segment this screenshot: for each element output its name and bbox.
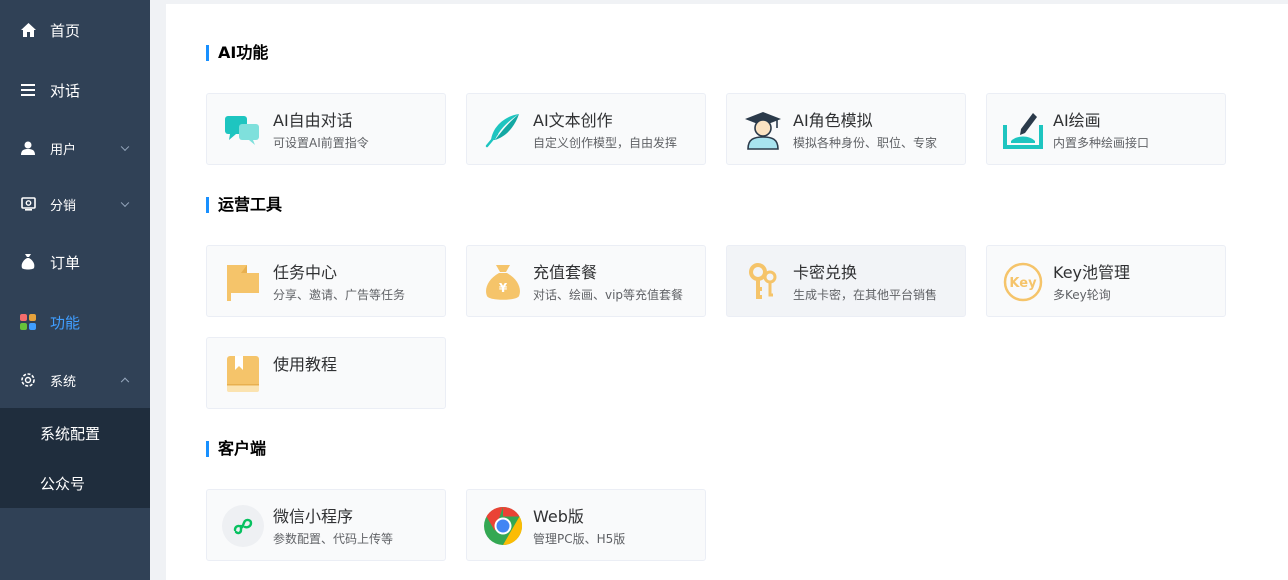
sidebar-subitem-official-account[interactable]: 公众号	[0, 458, 150, 508]
user-icon	[20, 140, 36, 156]
flag-icon	[221, 260, 265, 304]
card-title: 使用教程	[273, 355, 338, 374]
section-title-ai: AI功能	[206, 44, 268, 62]
card-desc: 自定义创作模型，自由发挥	[533, 136, 678, 150]
content-panel: AI功能 AI自由对话 可设置AI前置指令 AI文本创作 自定义创作模型，自由发…	[166, 4, 1288, 580]
card-ai-chat[interactable]: AI自由对话 可设置AI前置指令	[206, 93, 446, 165]
card-desc: 参数配置、代码上传等	[273, 532, 394, 546]
card-desc: 内置多种绘画接口	[1053, 136, 1150, 150]
chat-bubbles-icon	[221, 108, 265, 152]
card-ai-role[interactable]: AI角色模拟 模拟各种身份、职位、专家	[726, 93, 966, 165]
section-title-client: 客户端	[206, 440, 266, 458]
card-web[interactable]: Web版 管理PC版、H5版	[466, 489, 706, 561]
sidebar-subitem-system-config[interactable]: 系统配置	[0, 408, 150, 458]
sidebar-item-label: 用户	[50, 142, 77, 158]
card-title: 任务中心	[273, 263, 338, 282]
sidebar-item-home[interactable]: 首页	[0, 0, 150, 60]
key-badge-icon: Key	[1001, 260, 1045, 304]
chevron-down-icon	[120, 198, 130, 208]
card-desc: 分享、邀请、广告等任务	[273, 288, 406, 302]
card-title: Web版	[533, 507, 584, 526]
keys-icon	[741, 260, 785, 304]
card-card-code[interactable]: 卡密兑换 生成卡密，在其他平台销售	[726, 245, 966, 317]
system-submenu: 系统配置 公众号	[0, 408, 150, 508]
chrome-icon	[481, 504, 525, 548]
chevron-up-icon	[120, 377, 130, 387]
card-title: AI文本创作	[533, 111, 613, 130]
sidebar: 首页 对话 用户 分销 订单 功能 系统 系统配置 公众号	[0, 0, 150, 580]
card-desc: 生成卡密，在其他平台销售	[793, 288, 938, 302]
graduate-icon	[741, 108, 785, 152]
card-desc: 管理PC版、H5版	[533, 532, 626, 546]
card-desc: 对话、绘画、vip等充值套餐	[533, 288, 684, 302]
card-title: AI自由对话	[273, 111, 353, 130]
card-key-pool[interactable]: Key Key池管理 多Key轮询	[986, 245, 1226, 317]
card-title: 充值套餐	[533, 263, 598, 282]
money-bag-icon	[20, 254, 36, 270]
main-area: AI功能 AI自由对话 可设置AI前置指令 AI文本创作 自定义创作模型，自由发…	[150, 0, 1288, 580]
card-desc: 可设置AI前置指令	[273, 136, 369, 150]
sidebar-item-user[interactable]: 用户	[0, 120, 150, 176]
card-title: AI绘画	[1053, 111, 1101, 130]
svg-text:Key: Key	[1009, 276, 1037, 291]
sidebar-item-system[interactable]: 系统	[0, 352, 150, 408]
sidebar-item-label: 系统	[50, 374, 77, 390]
sidebar-item-orders[interactable]: 订单	[0, 232, 150, 292]
sidebar-item-label: 分销	[50, 198, 77, 214]
card-recharge[interactable]: ¥ 充值套餐 对话、绘画、vip等充值套餐	[466, 245, 706, 317]
sidebar-item-label: 功能	[50, 313, 81, 332]
sidebar-item-label: 订单	[50, 253, 81, 272]
money-bag-icon: ¥	[481, 260, 525, 304]
book-icon	[221, 352, 265, 396]
mini-program-icon	[221, 504, 265, 548]
sidebar-item-features[interactable]: 功能	[0, 292, 150, 352]
sidebar-item-distribution[interactable]: 分销	[0, 176, 150, 232]
home-icon	[20, 22, 36, 38]
paint-brush-icon	[1001, 108, 1045, 152]
card-task-center[interactable]: 任务中心 分享、邀请、广告等任务	[206, 245, 446, 317]
card-tutorial[interactable]: 使用教程	[206, 337, 446, 409]
section-title-operations: 运营工具	[206, 196, 282, 214]
list-icon	[20, 82, 36, 98]
card-ai-writing[interactable]: AI文本创作 自定义创作模型，自由发挥	[466, 93, 706, 165]
card-title: Key池管理	[1053, 263, 1131, 282]
card-desc: 模拟各种身份、职位、专家	[793, 136, 938, 150]
chevron-down-icon	[120, 142, 130, 152]
card-desc: 多Key轮询	[1053, 288, 1111, 302]
feather-icon	[481, 108, 525, 152]
sidebar-item-chat[interactable]: 对话	[0, 60, 150, 120]
card-title: 微信小程序	[273, 507, 354, 526]
sidebar-item-label: 对话	[50, 81, 81, 100]
card-wechat-miniprogram[interactable]: 微信小程序 参数配置、代码上传等	[206, 489, 446, 561]
card-title: AI角色模拟	[793, 111, 873, 130]
distribution-icon	[20, 196, 36, 212]
sidebar-item-label: 首页	[50, 21, 81, 40]
card-title: 卡密兑换	[793, 263, 858, 282]
svg-text:¥: ¥	[499, 281, 508, 295]
gear-icon	[20, 372, 36, 388]
grid-icon	[20, 314, 36, 330]
card-ai-painting[interactable]: AI绘画 内置多种绘画接口	[986, 93, 1226, 165]
